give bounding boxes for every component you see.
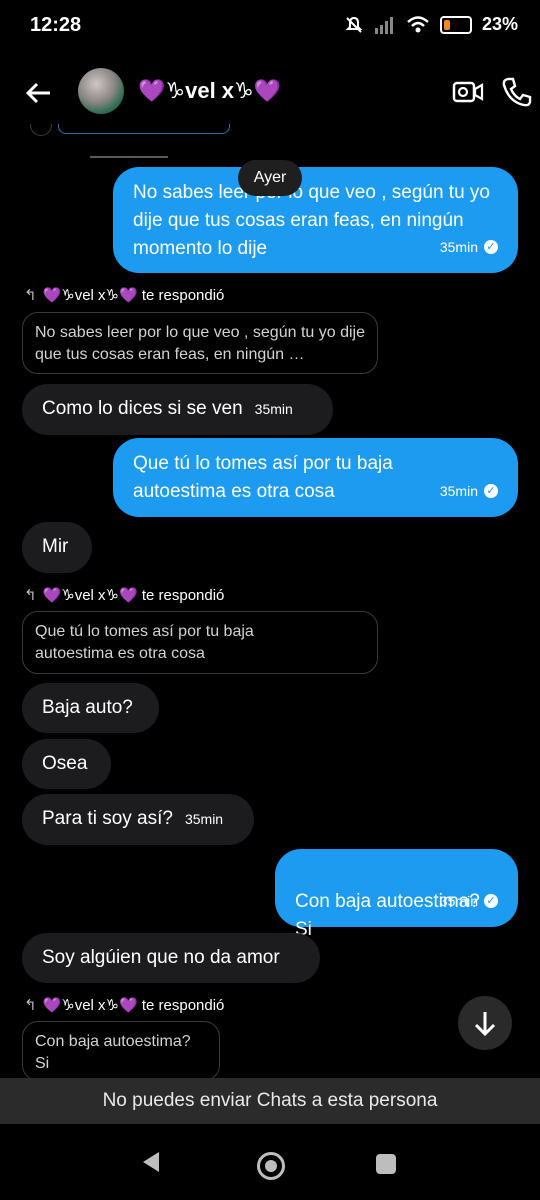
received-message[interactable]: Soy algúien que no da amor [22,933,320,983]
received-message[interactable]: Como lo dices si se ven 35min [22,384,333,435]
arrow-down-icon [474,1012,496,1037]
message-text: Soy algúien que no da amor [42,947,280,968]
battery-fill [443,19,450,30]
message-time: 35min [439,483,478,499]
wifi-icon [407,15,429,32]
check-icon: ✓ [484,239,498,254]
status-bar: 12:28 23% [0,0,540,52]
mute-icon [345,16,363,33]
day-divider: Ayer [238,160,302,196]
nav-recents-icon[interactable] [376,1154,396,1174]
received-message[interactable]: Baja auto? [22,683,159,733]
chat-title[interactable]: 💜♑vel x♑💜 [138,78,281,104]
reply-label-text: 💜♑vel x♑💜 te respondió [42,287,225,304]
video-call-icon[interactable] [452,78,484,106]
message-text: Baja auto? [42,697,133,718]
message-meta: 35min ✓ [432,233,498,261]
reply-arrow-icon: ↰ [24,587,37,604]
message-text: Para ti soy así? [42,808,173,829]
cannot-send-notice: No puedes enviar Chats a esta persona [0,1078,540,1124]
reply-label-text: 💜♑vel x♑💜 te respondió [42,997,225,1014]
quoted-message[interactable]: No sabes leer por lo que veo , según tu … [22,312,378,374]
message-text: Que tú lo tomes así por tu baja autoesti… [133,453,393,502]
reply-arrow-icon: ↰ [24,997,37,1014]
battery-percentage: 23% [481,14,518,34]
message-time: 35min [439,239,478,255]
reply-label-text: 💜♑vel x♑💜 te respondió [42,587,225,604]
message-time: 35min [184,811,224,827]
message-meta: 35min ✓ [432,859,498,915]
received-message[interactable]: Osea [22,739,111,789]
quoted-message[interactable]: Que tú lo tomes así por tu baja autoesti… [22,611,378,674]
reply-label: ↰ 💜♑vel x♑💜 te respondió [24,586,224,604]
phone-icon[interactable] [500,75,534,109]
sent-message[interactable]: Con baja autoestima? Si 35min ✓ [275,849,518,940]
message-time: 35min [439,893,478,909]
system-nav-bar [0,1124,540,1200]
battery-icon [439,15,472,34]
sent-message[interactable]: Que tú lo tomes así por tu baja autoesti… [113,438,518,517]
previous-message-edge [30,124,230,144]
nav-back-icon[interactable] [143,1152,159,1172]
quote-text: Que tú lo tomes así por tu baja autoesti… [35,623,254,662]
reply-label: ↰ 💜♑vel x♑💜 te respondió [24,286,224,304]
signal-icon [374,16,393,34]
reply-label: ↰ 💜♑vel x♑💜 te respondió [24,996,224,1014]
divider [90,156,168,158]
scroll-down-button[interactable] [458,996,512,1050]
received-message[interactable]: Para ti soy así? 35min [22,794,254,845]
message-time: 35min [254,401,293,417]
reply-arrow-icon: ↰ [24,287,37,304]
status-time: 12:28 [30,14,82,36]
back-arrow-icon[interactable] [22,76,56,110]
message-text: Mir [42,536,69,557]
avatar[interactable] [78,68,124,114]
message-text: Como lo dices si se ven [42,398,243,419]
received-message[interactable]: Mir [22,522,92,573]
message-text: Osea [42,753,88,774]
message-meta: 35min ✓ [432,477,498,505]
quoted-message[interactable]: Con baja autoestima? Si [22,1021,220,1081]
chat-header: 💜♑vel x♑💜 [0,60,540,124]
status-icons: 23% [344,14,518,35]
nav-home-icon[interactable] [257,1152,285,1180]
check-icon: ✓ [484,893,498,908]
sent-message[interactable]: No sabes leer por lo que veo , según tu … [113,167,518,273]
check-icon: ✓ [484,483,498,498]
